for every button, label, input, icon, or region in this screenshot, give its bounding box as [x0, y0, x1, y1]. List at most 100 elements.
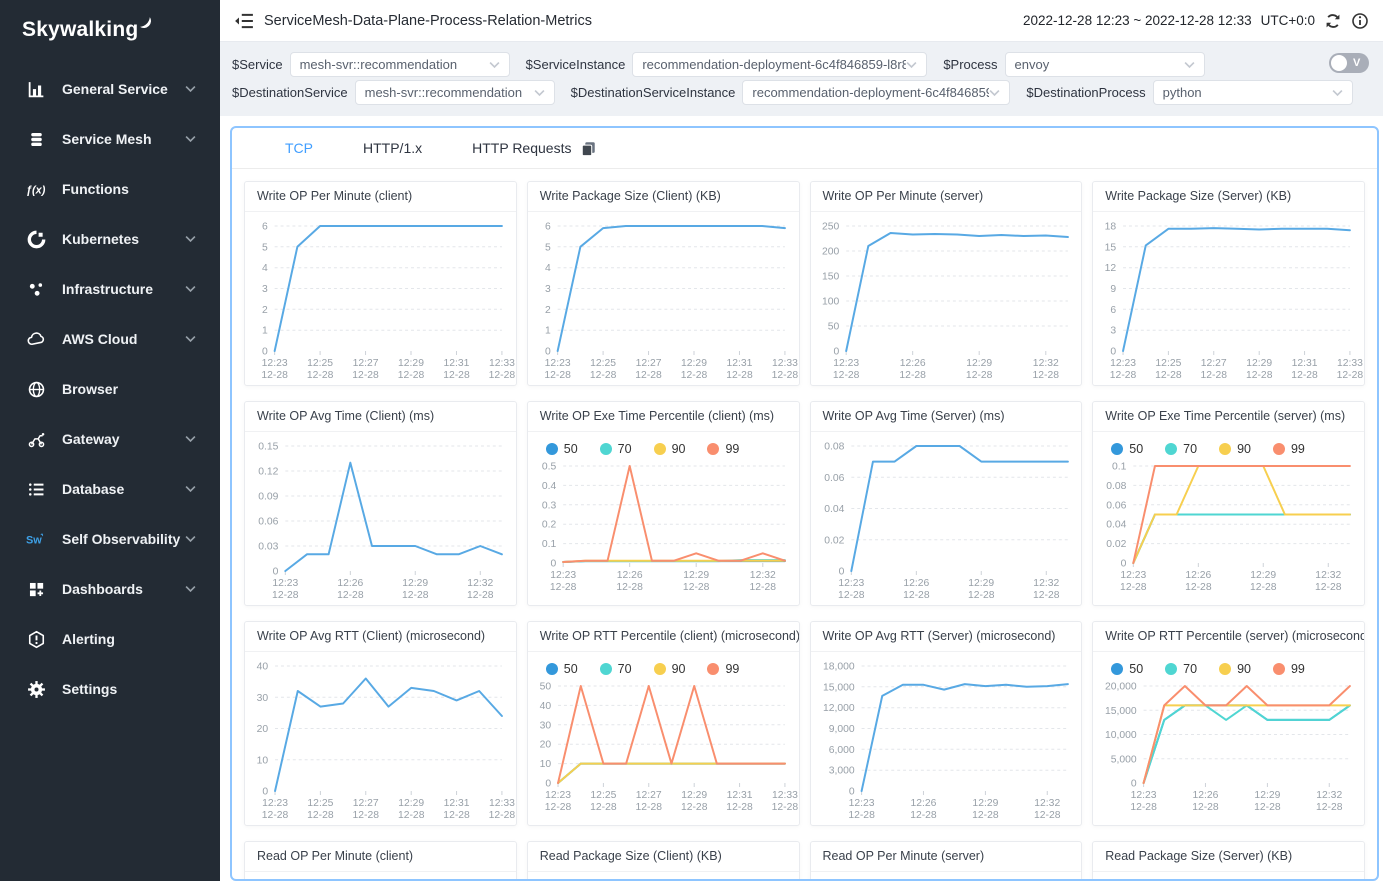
refresh-icon[interactable] — [1324, 12, 1342, 30]
svg-text:12:32: 12:32 — [1316, 570, 1342, 581]
filter-select-service[interactable]: mesh-svr::recommendation — [290, 52, 510, 77]
svg-text:12-28: 12-28 — [402, 590, 429, 601]
sw-logo-icon: Sw — [26, 529, 46, 549]
chart-title: Write Package Size (Server) (KB) — [1093, 182, 1364, 212]
svg-text:12-28: 12-28 — [337, 590, 364, 601]
filter-select-destinationprocess[interactable]: python — [1153, 80, 1353, 105]
svg-text:0.1: 0.1 — [1112, 461, 1127, 472]
legend-item-90[interactable]: 90 — [1219, 662, 1251, 676]
select-value: mesh-svr::recommendation — [365, 85, 534, 100]
sidebar-item-self-observability[interactable]: SwSelf Observability — [0, 514, 220, 564]
legend-item-70[interactable]: 70 — [1165, 442, 1197, 456]
chart-plot: 015012:2312-2812:2612-2812:2912-2812:321… — [811, 872, 1082, 879]
svg-text:5: 5 — [262, 242, 268, 253]
sidebar-item-label: Browser — [62, 381, 196, 397]
kubernetes-icon — [26, 229, 46, 249]
svg-text:12:26: 12:26 — [1186, 570, 1212, 581]
select-value: recommendation-deployment-6c4f846859-l8r… — [642, 57, 906, 72]
tab-http-requests[interactable]: HTTP Requests — [447, 128, 622, 168]
legend-item-90[interactable]: 90 — [1219, 442, 1251, 456]
legend-item-90[interactable]: 90 — [654, 442, 686, 456]
legend-item-99[interactable]: 99 — [1273, 662, 1305, 676]
menu-fold-icon[interactable] — [234, 12, 254, 30]
tab-tcp[interactable]: TCP — [260, 128, 338, 168]
sidebar-item-infrastructure[interactable]: Infrastructure — [0, 264, 220, 314]
svg-text:0: 0 — [273, 566, 279, 577]
legend-item-70[interactable]: 70 — [1165, 662, 1197, 676]
sidebar-item-browser[interactable]: Browser — [0, 364, 220, 414]
svg-text:12-28: 12-28 — [1315, 582, 1342, 593]
chart-title: Write OP Exe Time Percentile (client) (m… — [528, 402, 799, 432]
svg-text:12:23: 12:23 — [838, 578, 864, 589]
tab-http-1-x[interactable]: HTTP/1.x — [338, 128, 447, 168]
svg-text:12:29: 12:29 — [398, 798, 424, 809]
globe-icon — [26, 379, 46, 399]
svg-text:18: 18 — [1105, 221, 1117, 232]
svg-text:ƒ(x): ƒ(x) — [26, 184, 46, 196]
toggle-knob — [1331, 55, 1347, 71]
svg-text:3: 3 — [1111, 326, 1117, 337]
svg-text:2: 2 — [545, 305, 551, 316]
legend-item-50[interactable]: 50 — [546, 442, 578, 456]
sidebar-item-database[interactable]: Database — [0, 464, 220, 514]
svg-text:12-28: 12-28 — [749, 582, 776, 593]
svg-text:6: 6 — [545, 221, 551, 232]
svg-text:12-28: 12-28 — [1185, 582, 1212, 593]
svg-text:12:25: 12:25 — [590, 790, 616, 801]
sidebar-item-label: Service Mesh — [62, 131, 185, 147]
chart-plot: 03,0006,0009,00012,00015,00018,00012:231… — [811, 652, 1082, 825]
sidebar-item-dashboards[interactable]: Dashboards — [0, 564, 220, 614]
chart-legend: 50 70 90 99 — [528, 432, 799, 456]
sidebar-item-kubernetes[interactable]: Kubernetes — [0, 214, 220, 264]
svg-text:12:25: 12:25 — [307, 798, 333, 809]
svg-text:12-28: 12-28 — [910, 810, 937, 821]
filter-select-process[interactable]: envoy — [1005, 52, 1205, 77]
legend-item-90[interactable]: 90 — [654, 662, 686, 676]
svg-text:12:29: 12:29 — [972, 798, 998, 809]
sidebar-item-alerting[interactable]: Alerting — [0, 614, 220, 664]
chart-plot-wrap: 00.10.20.30.40.512:2312-2812:2612-2812:2… — [528, 456, 799, 602]
sidebar-item-functions[interactable]: ƒ(x)Functions — [0, 164, 220, 214]
svg-text:12-28: 12-28 — [353, 810, 380, 821]
sidebar-item-aws-cloud[interactable]: AWS Cloud — [0, 314, 220, 364]
sidebar-item-label: Database — [62, 481, 185, 497]
sidebar-item-service-mesh[interactable]: Service Mesh — [0, 114, 220, 164]
chart-write-op-exe-time-percentile-server-ms: Write OP Exe Time Percentile (server) (m… — [1092, 401, 1365, 606]
legend-item-50[interactable]: 50 — [1111, 442, 1143, 456]
legend-item-99[interactable]: 99 — [1273, 442, 1305, 456]
value-toggle[interactable]: V — [1329, 53, 1369, 73]
legend-item-50[interactable]: 50 — [1111, 662, 1143, 676]
legend-item-99[interactable]: 99 — [707, 662, 739, 676]
legend-item-70[interactable]: 70 — [600, 662, 632, 676]
filter-select-destinationserviceinstance[interactable]: recommendation-deployment-6c4f846859-l8r… — [742, 80, 1010, 105]
svg-text:12-28: 12-28 — [1034, 810, 1061, 821]
svg-text:150: 150 — [821, 271, 838, 282]
chevron-down-icon — [185, 230, 196, 248]
svg-text:12:31: 12:31 — [726, 358, 752, 369]
filter-label-destinationservice: $DestinationService — [232, 85, 348, 100]
filter-select-serviceinstance[interactable]: recommendation-deployment-6c4f846859-l8r… — [632, 52, 927, 77]
chart-plot-wrap: 00.020.040.060.0812:2312-2812:2612-2812:… — [811, 432, 1082, 606]
svg-text:12-28: 12-28 — [1250, 582, 1277, 593]
select-value: mesh-svr::recommendation — [300, 57, 489, 72]
chart-legend: 50 70 90 99 — [1093, 652, 1364, 676]
chevron-down-icon — [185, 330, 196, 348]
legend-item-70[interactable]: 70 — [600, 442, 632, 456]
svg-text:0.12: 0.12 — [258, 466, 278, 477]
select-chevron-icon — [489, 57, 500, 72]
filter-select-destinationservice[interactable]: mesh-svr::recommendation — [355, 80, 555, 105]
sidebar-item-gateway[interactable]: Gateway — [0, 414, 220, 464]
svg-text:0: 0 — [545, 778, 551, 789]
info-icon[interactable] — [1351, 12, 1369, 30]
svg-text:12:32: 12:32 — [750, 570, 776, 581]
svg-text:10: 10 — [257, 755, 269, 766]
time-range[interactable]: 2022-12-28 12:23 ~ 2022-12-28 12:33 — [1023, 13, 1252, 28]
skywalking-logo[interactable]: Skywalking — [0, 0, 220, 64]
sidebar-item-settings[interactable]: Settings — [0, 664, 220, 714]
filter-label-destinationprocess: $DestinationProcess — [1026, 85, 1145, 100]
svg-text:12:23: 12:23 — [545, 790, 571, 801]
legend-item-50[interactable]: 50 — [546, 662, 578, 676]
legend-item-99[interactable]: 99 — [707, 442, 739, 456]
sidebar-item-general-service[interactable]: General Service — [0, 64, 220, 114]
chart-title: Write OP Per Minute (server) — [811, 182, 1082, 212]
